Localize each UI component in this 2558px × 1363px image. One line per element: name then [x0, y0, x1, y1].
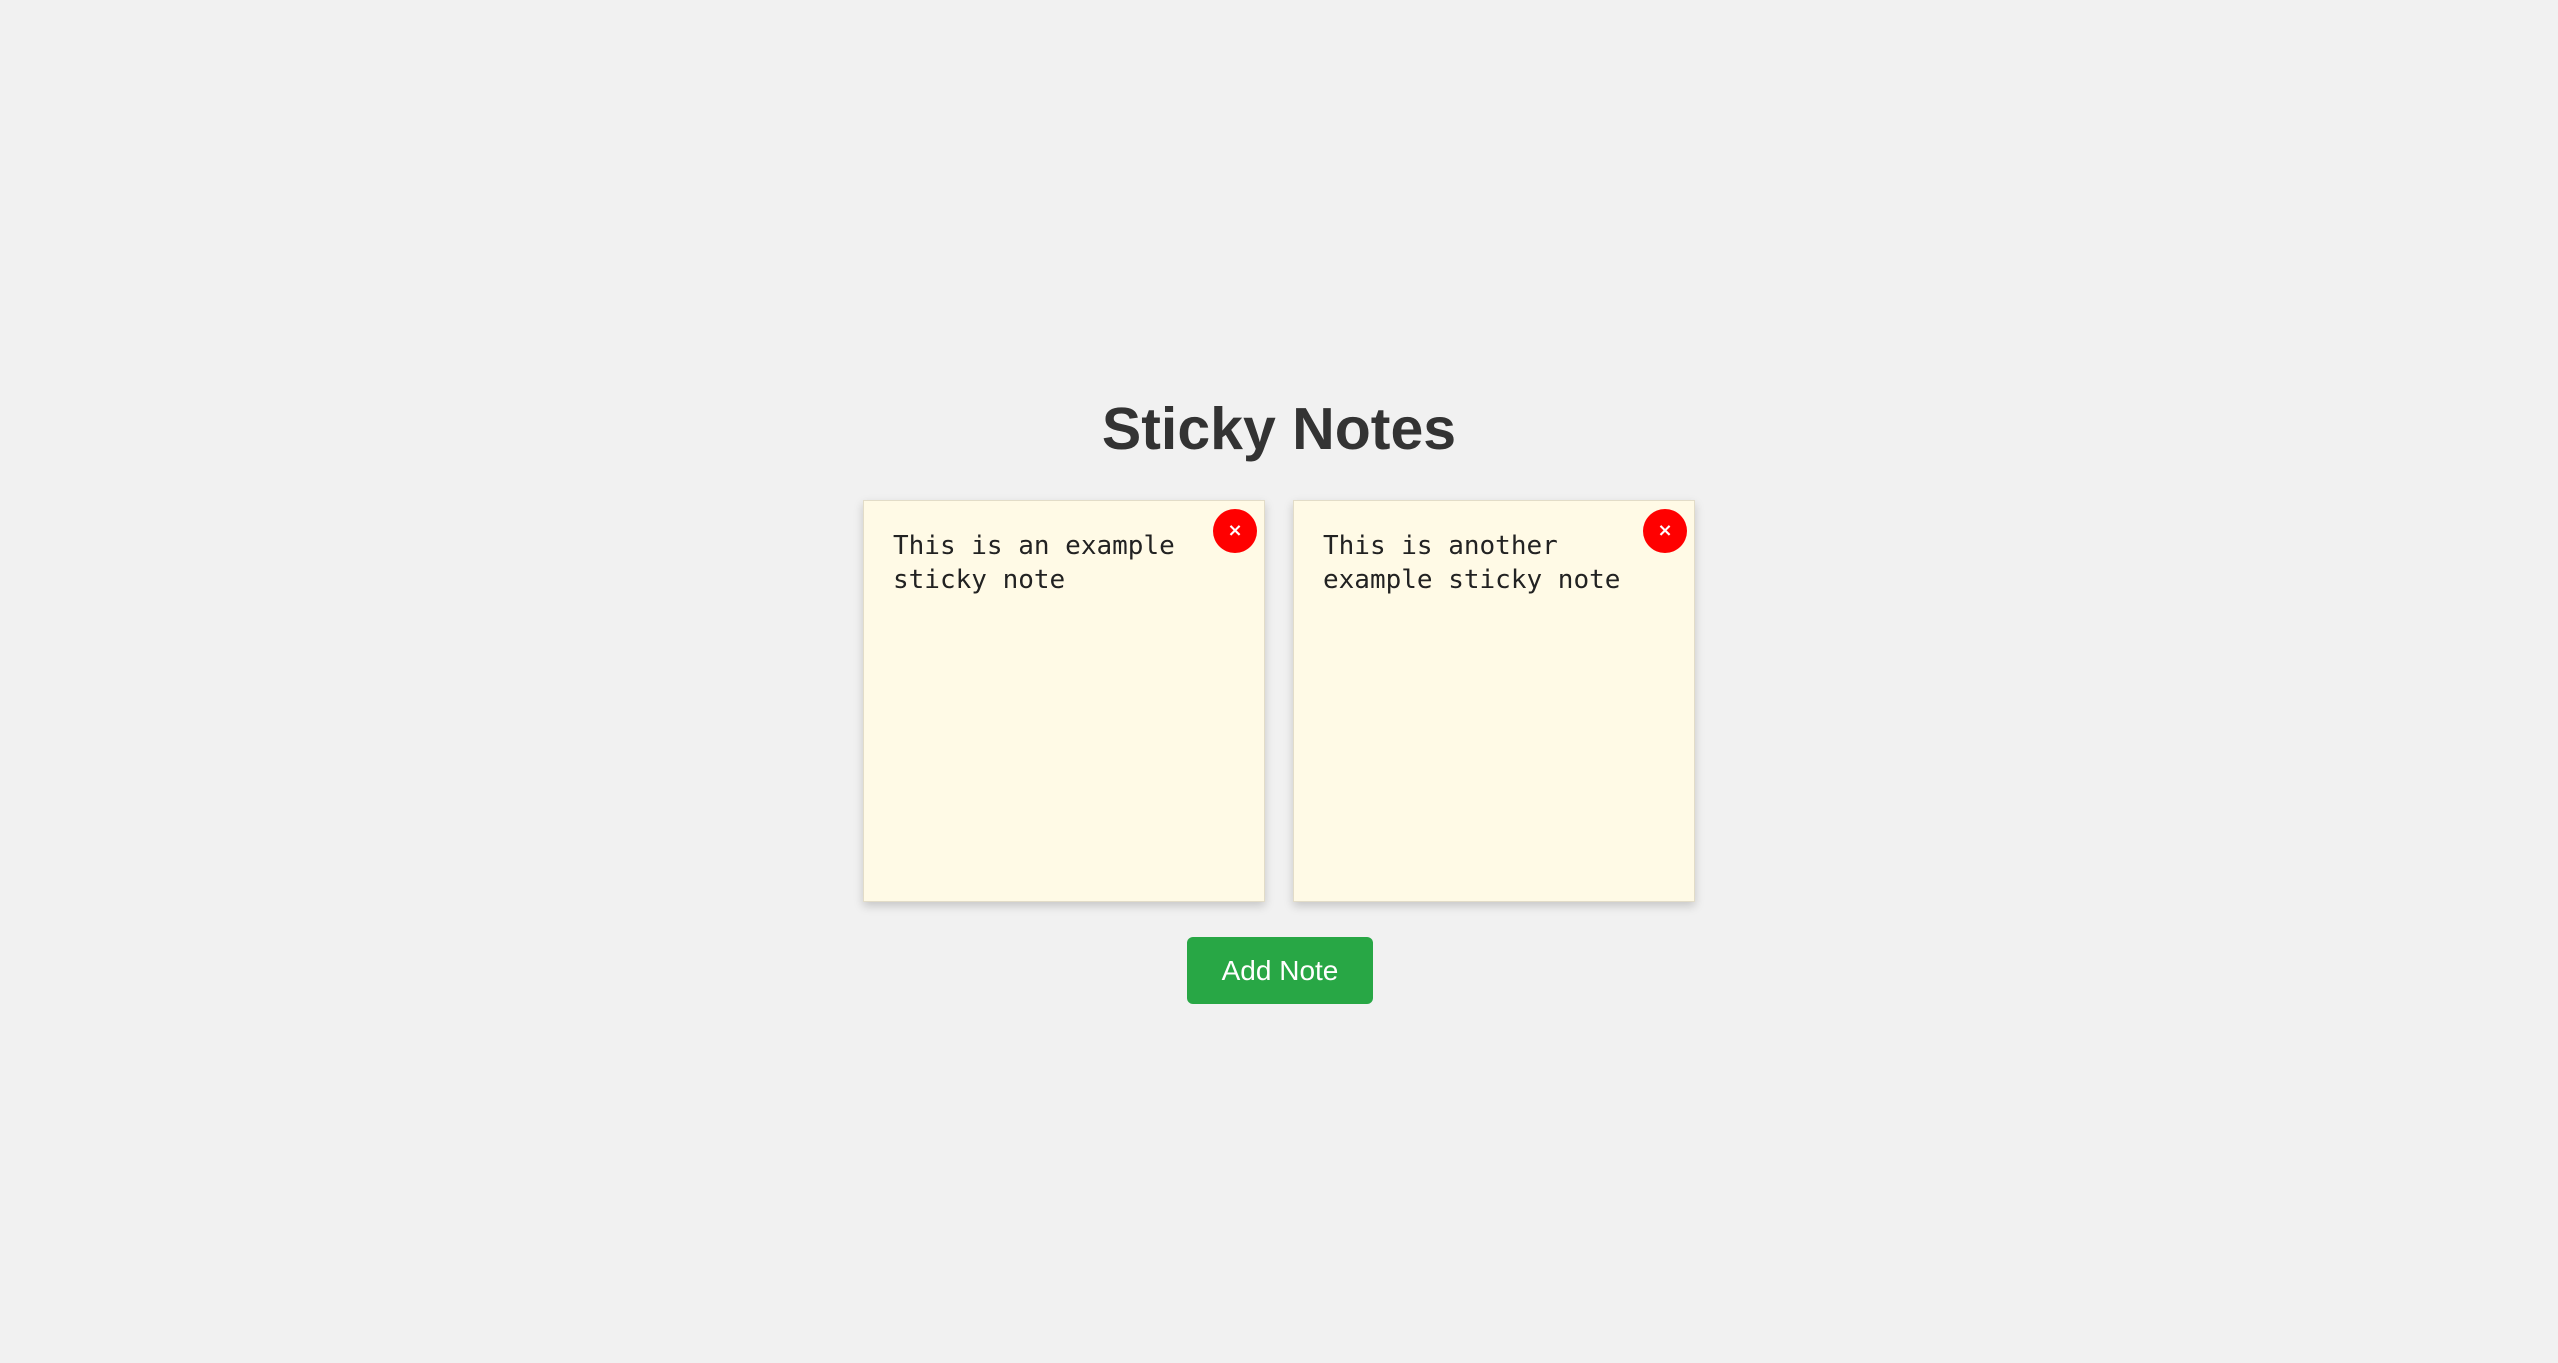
sticky-note: This is an example sticky note × [863, 500, 1265, 902]
sticky-notes-page: Sticky Notes This is an example sticky n… [0, 0, 2558, 1363]
close-icon: × [1657, 520, 1673, 541]
close-icon: × [1227, 520, 1243, 541]
page-title: Sticky Notes [1101, 396, 1457, 462]
delete-note-button[interactable]: × [1213, 509, 1257, 553]
note-textarea[interactable]: This is an example sticky note [864, 501, 1264, 901]
sticky-note: This is another example sticky note × [1293, 500, 1695, 902]
notes-container: This is an example sticky note × This is… [863, 500, 1699, 902]
add-note-button[interactable]: Add Note [1187, 937, 1373, 1004]
note-textarea[interactable]: This is another example sticky note [1294, 501, 1694, 901]
delete-note-button[interactable]: × [1643, 509, 1687, 553]
